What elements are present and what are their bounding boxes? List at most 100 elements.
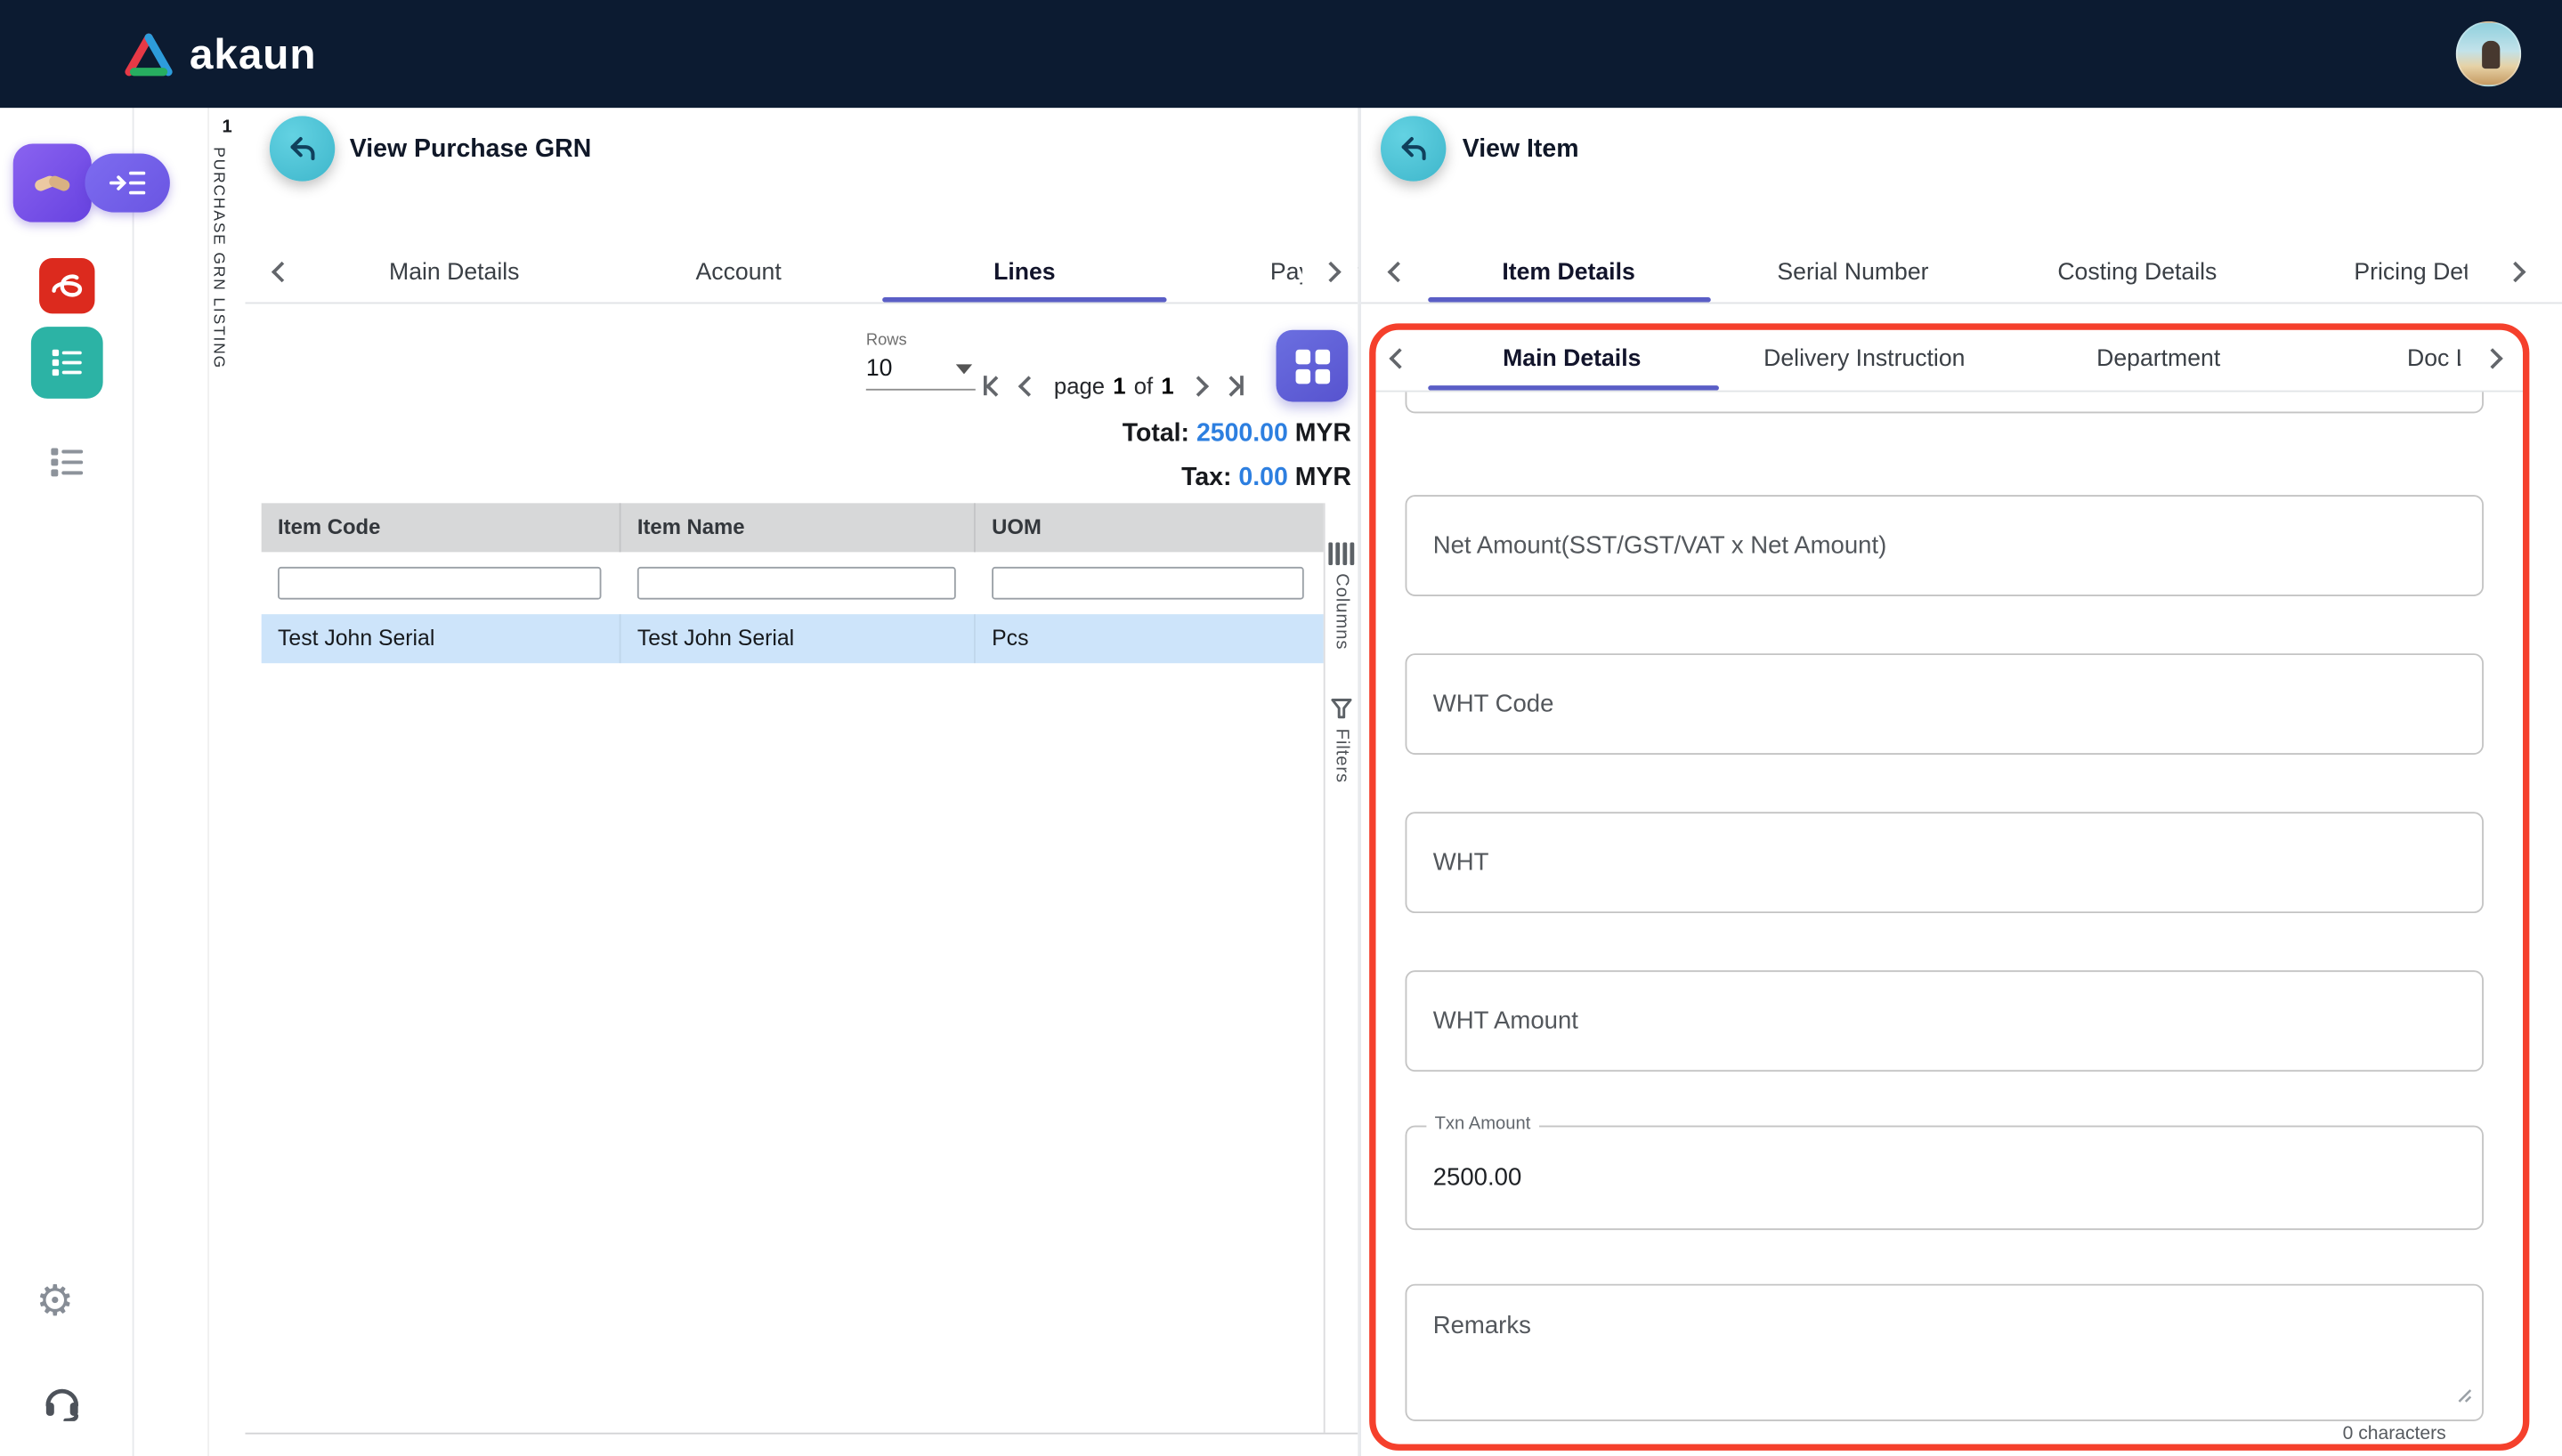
columns-toggle[interactable]: Columns	[1326, 542, 1358, 650]
filter-icon	[1331, 699, 1352, 719]
handshake-module-icon[interactable]	[12, 143, 92, 222]
sidebar-expand-button[interactable]	[85, 153, 170, 213]
settings-button[interactable]: ⚙	[36, 1277, 74, 1323]
brand-name: akaun	[189, 28, 317, 78]
item-panel-title: View Item	[1462, 135, 1579, 164]
grn-tab-lines[interactable]: Lines	[993, 242, 1056, 303]
grn-tab-main-details[interactable]: Main Details	[389, 242, 519, 303]
subtab-main-details[interactable]: Main Details	[1503, 327, 1641, 391]
cell-item-name: Test John Serial	[620, 614, 976, 664]
chevron-right-icon	[1221, 375, 1243, 396]
net-amount-field[interactable]: Net Amount(SST/GST/VAT x Net Amount)	[1405, 495, 2484, 596]
totals-block: Total: 2500.00 MYR Tax: 0.00 MYR	[1123, 412, 1351, 500]
table-header-row: Item Code Item Name UOM	[261, 503, 1324, 553]
item-subtabbar: Main Details Delivery Instruction Depart…	[1375, 327, 2524, 392]
pdf-export-button[interactable]	[39, 258, 95, 314]
chevron-left-icon	[985, 375, 1007, 396]
item-tabs-scroll-left-button[interactable]	[1377, 241, 1417, 303]
item-form-scroll-area[interactable]: Net Amount(SST/GST/VAT x Net Amount) WHT…	[1375, 392, 2524, 1451]
resize-grip-icon	[2458, 1389, 2472, 1403]
rows-label: Rows	[865, 331, 907, 350]
active-tab-underline	[1428, 297, 1711, 303]
wht-label: WHT	[1432, 848, 1489, 877]
last-page-button[interactable]	[1221, 375, 1245, 396]
cell-item-code: Test John Serial	[262, 614, 621, 664]
cell-uom: Pcs	[992, 625, 1029, 651]
grn-tabbar: Main Details Account Lines Payment	[245, 241, 1358, 304]
grn-back-button[interactable]	[269, 116, 336, 182]
prev-page-button[interactable]	[1018, 375, 1040, 396]
filters-tool-label: Filters	[1331, 728, 1351, 784]
wht-field[interactable]: WHT	[1405, 812, 2484, 914]
page-indicator: page 1 of 1	[1053, 372, 1174, 399]
subtabs-scroll-left-button[interactable]	[1379, 327, 1419, 391]
user-avatar[interactable]	[2455, 20, 2522, 87]
listing-icon	[51, 448, 84, 477]
rows-value: 10	[865, 356, 893, 383]
view-item-panel: View Item Item Details Serial Number Cos…	[1360, 108, 2562, 1456]
item-code-filter-input[interactable]	[278, 566, 602, 600]
item-back-button[interactable]	[1380, 116, 1447, 182]
chevron-left-icon	[1386, 261, 1408, 283]
rows-per-page-select[interactable]: Rows 10	[865, 331, 976, 391]
uom-filter-input[interactable]	[992, 566, 1304, 600]
grn-tabs-scroll-right-button[interactable]	[1301, 241, 1358, 303]
subtab-delivery-instruction[interactable]: Delivery Instruction	[1763, 327, 1965, 391]
layout-grid-button[interactable]	[1276, 329, 1349, 402]
tax-value: 0.00	[1238, 464, 1288, 492]
txn-amount-field[interactable]: Txn Amount 2500.00	[1405, 1113, 2484, 1231]
total-label: Total:	[1122, 419, 1190, 448]
wht-amount-field[interactable]: WHT Amount	[1405, 970, 2484, 1072]
chevron-left-icon	[271, 261, 292, 283]
subtab-department[interactable]: Department	[2096, 327, 2220, 391]
table-row[interactable]: Test John Serial Test John Serial Pcs	[261, 614, 1324, 664]
item-tab-costing-details[interactable]: Costing Details	[2057, 242, 2217, 303]
column-header-item-code[interactable]: Item Code	[262, 503, 621, 553]
resize-handle[interactable]	[2453, 1382, 2472, 1412]
wht-amount-label: WHT Amount	[1432, 1007, 1578, 1035]
support-button[interactable]	[41, 1379, 84, 1429]
active-subtab-underline	[1428, 385, 1719, 391]
total-currency: MYR	[1294, 419, 1351, 448]
listing-nav[interactable]	[43, 438, 92, 487]
item-tab-item-details[interactable]: Item Details	[1502, 242, 1634, 303]
column-header-item-name[interactable]: Item Name	[620, 503, 976, 553]
remarks-label: Remarks	[1432, 1311, 1531, 1340]
brand-logo-icon	[125, 32, 173, 76]
pagination: page 1 of 1	[983, 366, 1245, 405]
item-name-filter-input[interactable]	[636, 566, 956, 600]
back-arrow-icon	[290, 136, 315, 161]
purchase-grn-panel: View Purchase GRN Main Details Account L…	[245, 108, 1358, 1456]
first-page-button[interactable]	[983, 375, 1007, 396]
app-window: akaun ⚙ 1 PURCHASE GRN LISTING View Purc…	[0, 0, 2562, 1456]
item-tab-serial-number[interactable]: Serial Number	[1777, 242, 1928, 303]
next-page-button[interactable]	[1188, 375, 1210, 396]
topbar: akaun	[0, 0, 2562, 109]
strip-count: 1	[222, 117, 232, 138]
column-header-uom[interactable]: UOM	[976, 503, 1324, 552]
listing-icon	[52, 349, 82, 376]
subtabs-scroll-right-button[interactable]	[2461, 327, 2524, 391]
txn-amount-value: 2500.00	[1432, 1163, 1522, 1192]
item-tabs-scroll-right-button[interactable]	[2467, 241, 2562, 303]
strip-label: PURCHASE GRN LISTING	[208, 147, 228, 370]
headset-icon	[45, 1388, 79, 1423]
grn-tab-account[interactable]: Account	[696, 242, 782, 303]
purchase-grn-listing-tab[interactable]: 1 PURCHASE GRN LISTING	[207, 108, 246, 1456]
tax-currency: MYR	[1294, 464, 1351, 492]
chevron-right-icon	[2481, 348, 2502, 369]
handshake-icon	[35, 175, 70, 191]
clipped-field[interactable]	[1405, 392, 2484, 414]
filters-toggle[interactable]: Filters	[1326, 698, 1358, 783]
chevron-right-icon	[2504, 261, 2526, 283]
wht-code-field[interactable]: WHT Code	[1405, 653, 2484, 756]
chevron-left-icon	[1018, 375, 1040, 396]
grn-listing-nav-active[interactable]	[30, 327, 103, 399]
table-filter-row	[261, 552, 1324, 615]
dropdown-caret-icon	[955, 364, 973, 375]
total-value: 2500.00	[1196, 419, 1288, 448]
grn-panel-title: View Purchase GRN	[349, 135, 592, 164]
remarks-textarea[interactable]: Remarks	[1405, 1283, 2484, 1421]
grn-tabs-scroll-left-button[interactable]	[261, 241, 301, 303]
brand[interactable]: akaun	[124, 0, 316, 108]
